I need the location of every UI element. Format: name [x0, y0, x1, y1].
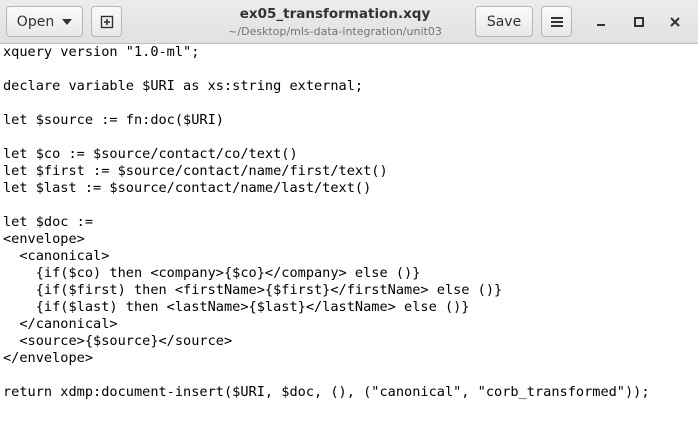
code-line: {if($co) then <company>{$co}</company> e…	[3, 265, 421, 281]
hamburger-menu-icon	[550, 16, 563, 27]
window-subtitle: ~/Desktop/mls-data-integration/unit03	[228, 25, 442, 38]
code-line: let $first := $source/contact/name/first…	[3, 163, 388, 179]
new-document-icon	[100, 15, 113, 28]
code-line: <canonical>	[3, 248, 110, 264]
close-button[interactable]	[661, 8, 689, 36]
minimize-icon	[597, 24, 605, 26]
code-view: xquery version "1.0-ml"; declare variable…	[0, 44, 698, 401]
code-line: </canonical>	[3, 316, 118, 332]
code-line: let $co := $source/contact/co/text()	[3, 146, 298, 162]
caret-down-icon	[62, 18, 73, 25]
window-title-block: ex05_transformation.xqy ~/Desktop/mls-da…	[210, 5, 460, 39]
window-title: ex05_transformation.xqy	[239, 6, 431, 22]
code-line: {if($last) then <lastName>{$last}</lastN…	[3, 299, 470, 315]
code-line: return xdmp:document-insert($URI, $doc, …	[3, 384, 650, 400]
maximize-icon	[634, 17, 644, 27]
code-line: let $source := fn:doc($URI)	[3, 112, 224, 128]
new-document-button[interactable]	[91, 6, 122, 37]
close-icon	[670, 17, 680, 27]
code-line: <envelope>	[3, 231, 85, 247]
code-line: xquery version "1.0-ml";	[3, 44, 200, 60]
save-button[interactable]: Save	[475, 6, 533, 37]
menu-button[interactable]	[541, 6, 572, 37]
maximize-button[interactable]	[625, 8, 653, 36]
code-line: let $doc :=	[3, 214, 94, 230]
code-line: </envelope>	[3, 350, 94, 366]
code-line: <source>{$source}</source>	[3, 333, 233, 349]
minimize-button[interactable]	[587, 8, 615, 36]
code-line: {if($first) then <firstName>{$first}</fi…	[3, 282, 503, 298]
code-line: declare variable $URI as xs:string exter…	[3, 78, 364, 94]
header-bar: Open ex05_transformation.xqy ~/Desktop/m…	[0, 0, 698, 44]
open-button[interactable]: Open	[6, 6, 83, 37]
text-editor-area[interactable]: xquery version "1.0-ml"; declare variable…	[0, 44, 698, 426]
code-line: let $last := $source/contact/name/last/t…	[3, 180, 372, 196]
open-button-label: Open	[16, 13, 55, 30]
